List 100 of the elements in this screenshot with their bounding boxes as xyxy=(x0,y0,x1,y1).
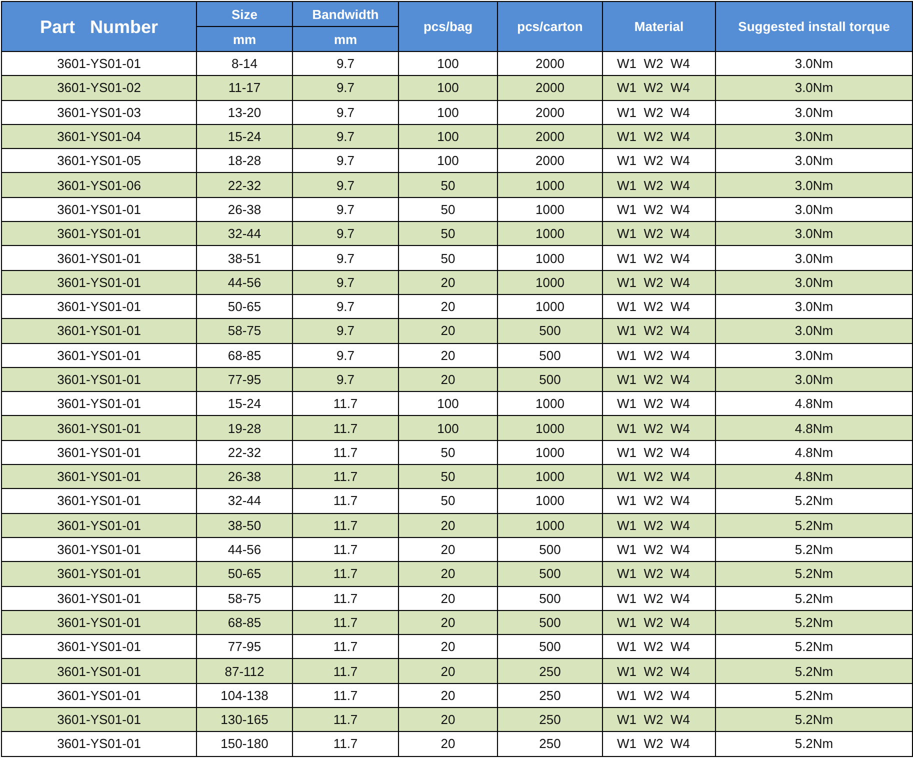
table-cell: 2000 xyxy=(498,100,602,124)
table-cell: 9.7 xyxy=(292,270,398,294)
table-cell: 3601-YS01-01 xyxy=(2,318,196,344)
table-cell: 11-17 xyxy=(196,76,292,100)
table-cell: 68-85 xyxy=(196,343,292,368)
table-cell: 3.0Nm xyxy=(716,76,912,100)
table-cell: 19-28 xyxy=(196,416,292,440)
table-cell: 50 xyxy=(398,488,498,514)
table-cell: 3.0Nm xyxy=(716,124,912,149)
table-cell: 3601-YS01-01 xyxy=(2,586,196,610)
table-cell: 38-51 xyxy=(196,246,292,270)
table-cell: 1000 xyxy=(498,416,602,440)
table-cell: 2000 xyxy=(498,124,602,149)
table-cell: 250 xyxy=(498,658,602,684)
table-cell: 5.2Nm xyxy=(716,658,912,684)
column-header: pcs/carton xyxy=(498,2,602,52)
table-cell: W1 W2 W4 xyxy=(602,222,716,246)
table-cell: 1000 xyxy=(498,270,602,294)
table-cell: 32-44 xyxy=(196,488,292,514)
table-cell: 22-32 xyxy=(196,172,292,198)
table-cell: 250 xyxy=(498,708,602,732)
table-cell: 5.2Nm xyxy=(716,708,912,732)
table-cell: W1 W2 W4 xyxy=(602,124,716,149)
table-cell: 500 xyxy=(498,610,602,635)
table-cell: 3601-YS01-03 xyxy=(2,100,196,124)
table-cell: 3601-YS01-01 xyxy=(2,488,196,514)
table-cell: 3601-YS01-01 xyxy=(2,708,196,732)
table-cell: 3601-YS01-02 xyxy=(2,76,196,100)
table-cell: W1 W2 W4 xyxy=(602,610,716,635)
table-cell: 50 xyxy=(398,222,498,246)
table-cell: 9.7 xyxy=(292,222,398,246)
table-cell: 5.2Nm xyxy=(716,513,912,538)
table-cell: 9.7 xyxy=(292,343,398,368)
table-cell: 5.2Nm xyxy=(716,586,912,610)
table-cell: 11.7 xyxy=(292,610,398,635)
table-cell: 9.7 xyxy=(292,76,398,100)
table-cell: 3601-YS01-01 xyxy=(2,464,196,489)
table-cell: 1000 xyxy=(498,488,602,514)
table-cell: 500 xyxy=(498,586,602,610)
table-cell: 20 xyxy=(398,562,498,586)
table-cell: 9.7 xyxy=(292,367,398,392)
unit-header: mm xyxy=(196,26,292,52)
table-cell: 77-95 xyxy=(196,367,292,392)
table-cell: 20 xyxy=(398,318,498,344)
table-cell: 58-75 xyxy=(196,318,292,344)
table-cell: 11.7 xyxy=(292,586,398,610)
table-cell: 4.8Nm xyxy=(716,416,912,440)
table-cell: 11.7 xyxy=(292,732,398,756)
table-cell: W1 W2 W4 xyxy=(602,270,716,294)
table-cell: 3601-YS01-01 xyxy=(2,222,196,246)
column-header: Material xyxy=(602,2,716,52)
table-cell: 44-56 xyxy=(196,270,292,294)
table-cell: 500 xyxy=(498,367,602,392)
table-cell: W1 W2 W4 xyxy=(602,367,716,392)
table-cell: 11.7 xyxy=(292,658,398,684)
table-cell: 3.0Nm xyxy=(716,172,912,198)
table-cell: 1000 xyxy=(498,172,602,198)
table-cell: W1 W2 W4 xyxy=(602,586,716,610)
table-cell: W1 W2 W4 xyxy=(602,513,716,538)
table-cell: 3.0Nm xyxy=(716,318,912,344)
table-cell: W1 W2 W4 xyxy=(602,488,716,514)
table-cell: 9.7 xyxy=(292,246,398,270)
table-cell: 9.7 xyxy=(292,124,398,149)
table-cell: 100 xyxy=(398,124,498,149)
table-cell: 3.0Nm xyxy=(716,367,912,392)
column-header: pcs/bag xyxy=(398,2,498,52)
table-cell: 5.2Nm xyxy=(716,610,912,635)
table-cell: 50 xyxy=(398,246,498,270)
table-cell: 11.7 xyxy=(292,416,398,440)
unit-header: mm xyxy=(292,26,398,52)
table-cell: 3.0Nm xyxy=(716,246,912,270)
column-header: Suggested install torque xyxy=(716,2,912,52)
table-cell: 500 xyxy=(498,343,602,368)
table-cell: 3601-YS01-01 xyxy=(2,732,196,756)
column-header: Size xyxy=(196,2,292,26)
table-cell: 3601-YS01-01 xyxy=(2,270,196,294)
table-cell: W1 W2 W4 xyxy=(602,464,716,489)
table-cell: 38-50 xyxy=(196,513,292,538)
table-cell: 3.0Nm xyxy=(716,270,912,294)
table-cell: 20 xyxy=(398,586,498,610)
table-cell: 3601-YS01-01 xyxy=(2,562,196,586)
table-cell: 3601-YS01-01 xyxy=(2,610,196,635)
table-cell: 11.7 xyxy=(292,513,398,538)
table-cell: W1 W2 W4 xyxy=(602,658,716,684)
table-cell: 4.8Nm xyxy=(716,464,912,489)
table-cell: W1 W2 W4 xyxy=(602,416,716,440)
table-cell: W1 W2 W4 xyxy=(602,732,716,756)
table-cell: W1 W2 W4 xyxy=(602,343,716,368)
table-cell: 2000 xyxy=(498,76,602,100)
table-cell: 32-44 xyxy=(196,222,292,246)
table-cell: 20 xyxy=(398,708,498,732)
table-cell: 3601-YS01-01 xyxy=(2,367,196,392)
table-cell: W1 W2 W4 xyxy=(602,562,716,586)
table-cell: 3.0Nm xyxy=(716,222,912,246)
table-cell: 3601-YS01-04 xyxy=(2,124,196,149)
table-cell: 3601-YS01-01 xyxy=(2,343,196,368)
table-cell: W1 W2 W4 xyxy=(602,246,716,270)
column-header: Bandwidth xyxy=(292,2,398,26)
table-cell: 3601-YS01-01 xyxy=(2,513,196,538)
table-cell: 3601-YS01-01 xyxy=(2,416,196,440)
